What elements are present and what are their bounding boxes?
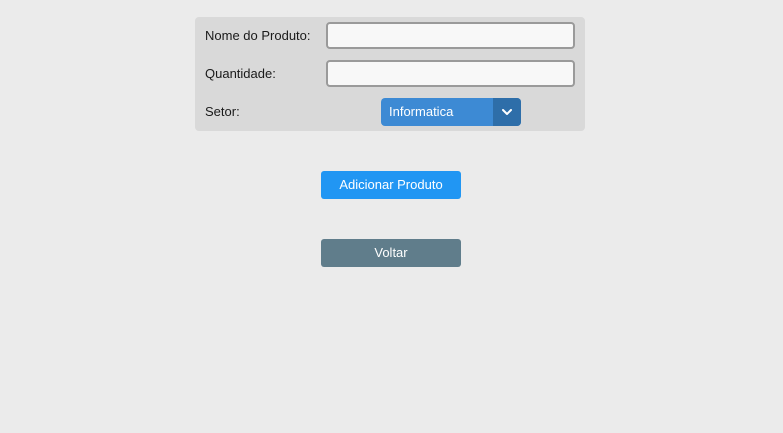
back-button[interactable]: Voltar xyxy=(321,239,461,267)
sector-select-value: Informatica xyxy=(389,104,454,119)
sector-row: Setor: Informatica xyxy=(195,98,585,126)
product-name-row: Nome do Produto: xyxy=(195,22,585,50)
quantity-row: Quantidade: xyxy=(195,60,585,88)
quantity-input[interactable] xyxy=(326,60,575,87)
page: Nome do Produto: Quantidade: Setor: Info… xyxy=(0,0,783,433)
product-form: Nome do Produto: Quantidade: Setor: Info… xyxy=(195,17,585,131)
sector-label: Setor: xyxy=(205,104,240,119)
product-name-input[interactable] xyxy=(326,22,575,49)
add-product-button[interactable]: Adicionar Produto xyxy=(321,171,461,199)
quantity-label: Quantidade: xyxy=(205,66,276,81)
chevron-down-icon[interactable] xyxy=(493,98,521,126)
product-name-label: Nome do Produto: xyxy=(205,28,311,43)
sector-select[interactable]: Informatica xyxy=(381,98,521,126)
